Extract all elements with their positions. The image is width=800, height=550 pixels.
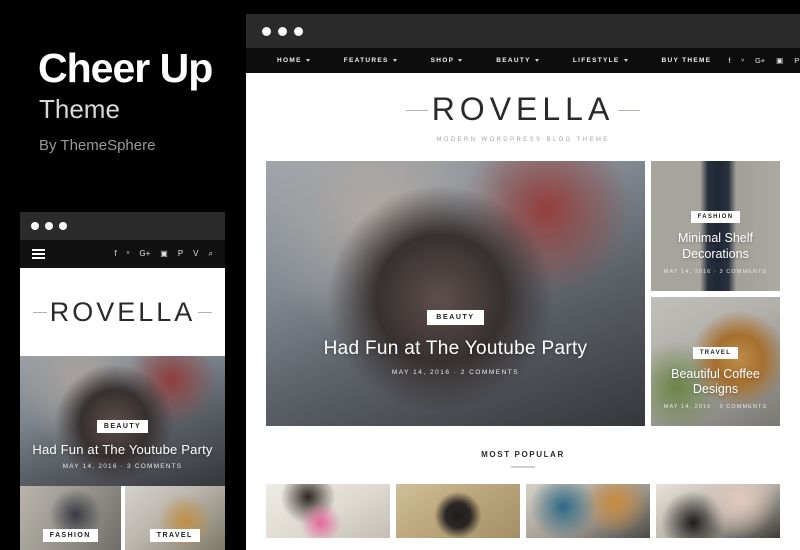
popular-thumb-1[interactable] — [266, 484, 390, 538]
mobile-card-caption: TRAVEL — [125, 524, 226, 542]
nav-item-lifestyle[interactable]: LIFESTYLE — [556, 57, 645, 64]
desktop-browser-chrome — [246, 14, 800, 48]
author-credit: By ThemeSphere — [39, 137, 156, 154]
nav-item-label: HOME — [277, 57, 302, 64]
category-badge[interactable]: BEAUTY — [96, 420, 149, 433]
category-badge[interactable]: TRAVEL — [692, 346, 739, 359]
nav-item-label: SHOP — [430, 57, 455, 64]
nav-item-shop[interactable]: SHOP — [414, 57, 480, 64]
category-badge[interactable]: BEAUTY — [427, 310, 484, 325]
desktop-preview: HOME FEATURES SHOP BEAUTY LIFESTYLE BUY … — [246, 14, 800, 550]
window-minimize-dot[interactable] — [45, 222, 53, 230]
facebook-icon[interactable]: f — [728, 57, 730, 65]
hero-caption: BEAUTY Had Fun at The Youtube Party MAY … — [266, 306, 645, 376]
card-meta: MAY 14, 2016 · 3 COMMENTS — [663, 404, 768, 410]
instagram-icon[interactable]: ▣ — [776, 57, 783, 65]
vimeo-icon[interactable]: V — [193, 250, 198, 258]
mobile-card-caption: FASHION — [20, 524, 121, 542]
mobile-featured-caption: BEAUTY Had Fun at The Youtube Party MAY … — [20, 415, 225, 470]
social-links: f ᵛ G+ ▣ P V ⌕ — [728, 57, 800, 65]
mobile-card-fashion[interactable]: FASHION — [20, 486, 121, 550]
twitter-icon[interactable]: ᵛ — [127, 250, 130, 258]
page-subtitle: Theme — [39, 94, 120, 124]
nav-item-features[interactable]: FEATURES — [327, 57, 414, 64]
category-badge[interactable]: FASHION — [690, 211, 741, 224]
chevron-down-icon — [305, 59, 310, 62]
chevron-down-icon — [392, 59, 397, 62]
card-meta: MAY 14, 2016 · 3 COMMENTS — [663, 268, 768, 275]
hamburger-menu-icon[interactable] — [32, 249, 45, 259]
site-tagline: MODERN WORDPRESS BLOG THEME — [436, 137, 610, 143]
window-maximize-dot[interactable] — [59, 222, 67, 230]
hero-meta: MAY 14, 2016 · 2 COMMENTS — [391, 369, 520, 376]
mobile-preview: f ᵛ G+ ▣ P V ⌕ ROVELLA BEAUTY Had Fun at… — [20, 212, 225, 550]
nav-item-label: BEAUTY — [496, 57, 531, 64]
card-title[interactable]: Beautiful Coffee Designs — [661, 367, 770, 398]
googleplus-icon[interactable]: G+ — [755, 57, 765, 65]
googleplus-icon[interactable]: G+ — [139, 250, 150, 258]
pinterest-icon[interactable]: P — [178, 250, 183, 258]
instagram-icon[interactable]: ▣ — [160, 250, 168, 258]
nav-item-buy-theme[interactable]: BUY THEME — [645, 57, 729, 64]
site-logo[interactable]: ROVELLA MODERN WORDPRESS BLOG THEME — [246, 73, 800, 161]
mobile-card-row: FASHION TRAVEL — [20, 486, 225, 550]
mobile-social-links: f ᵛ G+ ▣ P V ⌕ — [115, 250, 213, 258]
popular-thumb-3[interactable] — [526, 484, 650, 538]
chevron-down-icon — [623, 59, 628, 62]
main-menu: HOME FEATURES SHOP BEAUTY LIFESTYLE BUY … — [260, 57, 728, 64]
twitter-icon[interactable]: ᵛ — [742, 57, 744, 65]
mobile-featured-post[interactable]: BEAUTY Had Fun at The Youtube Party MAY … — [20, 356, 225, 486]
most-popular-section: MOST POPULAR — [246, 426, 800, 468]
mobile-featured-meta: MAY 14, 2016 · 3 COMMENTS — [62, 463, 183, 470]
popular-thumb-4[interactable] — [656, 484, 780, 538]
hero-overlay — [266, 161, 645, 426]
mobile-featured-title[interactable]: Had Fun at The Youtube Party — [20, 442, 225, 457]
brand-panel: Cheer Up Theme By ThemeSphere f ᵛ G+ ▣ P… — [0, 0, 246, 550]
window-minimize-dot[interactable] — [278, 26, 287, 36]
page-title: Cheer Up — [38, 45, 213, 91]
promo-screenshot: Cheer Up Theme By ThemeSphere f ᵛ G+ ▣ P… — [0, 0, 800, 550]
mobile-logo-text: ROVELLA — [32, 296, 212, 327]
mobile-browser-chrome — [20, 212, 225, 240]
window-close-dot[interactable] — [31, 222, 39, 230]
nav-item-label: LIFESTYLE — [572, 57, 620, 64]
nav-item-beauty[interactable]: BEAUTY — [479, 57, 556, 64]
site-logo-text: ROVELLA — [405, 91, 640, 127]
category-badge[interactable]: TRAVEL — [149, 529, 200, 542]
facebook-icon[interactable]: f — [115, 250, 117, 258]
main-navbar: HOME FEATURES SHOP BEAUTY LIFESTYLE BUY … — [246, 48, 800, 73]
category-badge[interactable]: FASHION — [42, 529, 98, 542]
section-heading: MOST POPULAR — [481, 450, 565, 459]
featured-card-fashion[interactable]: FASHION Minimal Shelf Decorations MAY 14… — [651, 161, 780, 291]
mobile-card-travel[interactable]: TRAVEL — [124, 486, 226, 550]
most-popular-grid — [246, 468, 800, 538]
popular-thumb-2[interactable] — [396, 484, 520, 538]
card-title[interactable]: Minimal Shelf Decorations — [661, 231, 770, 262]
featured-grid: BEAUTY Had Fun at The Youtube Party MAY … — [246, 161, 800, 426]
chevron-down-icon — [458, 59, 463, 62]
pinterest-icon[interactable]: P — [794, 57, 799, 65]
featured-card-travel[interactable]: TRAVEL Beautiful Coffee Designs MAY 14, … — [651, 296, 780, 426]
window-close-dot[interactable] — [262, 26, 271, 36]
card-caption: FASHION Minimal Shelf Decorations MAY 14… — [651, 205, 780, 275]
search-icon[interactable]: ⌕ — [209, 250, 213, 258]
nav-item-home[interactable]: HOME — [260, 57, 327, 64]
card-caption: TRAVEL Beautiful Coffee Designs MAY 14, … — [651, 341, 780, 410]
mobile-site-logo[interactable]: ROVELLA — [20, 268, 225, 356]
hero-title[interactable]: Had Fun at The Youtube Party — [266, 338, 645, 360]
window-maximize-dot[interactable] — [294, 26, 303, 36]
mobile-navbar: f ᵛ G+ ▣ P V ⌕ — [20, 240, 225, 268]
chevron-down-icon — [534, 59, 539, 62]
nav-item-label: BUY THEME — [661, 57, 712, 64]
featured-side-column: FASHION Minimal Shelf Decorations MAY 14… — [651, 161, 780, 426]
nav-item-label: FEATURES — [343, 57, 389, 64]
featured-post-hero[interactable]: BEAUTY Had Fun at The Youtube Party MAY … — [266, 161, 645, 426]
